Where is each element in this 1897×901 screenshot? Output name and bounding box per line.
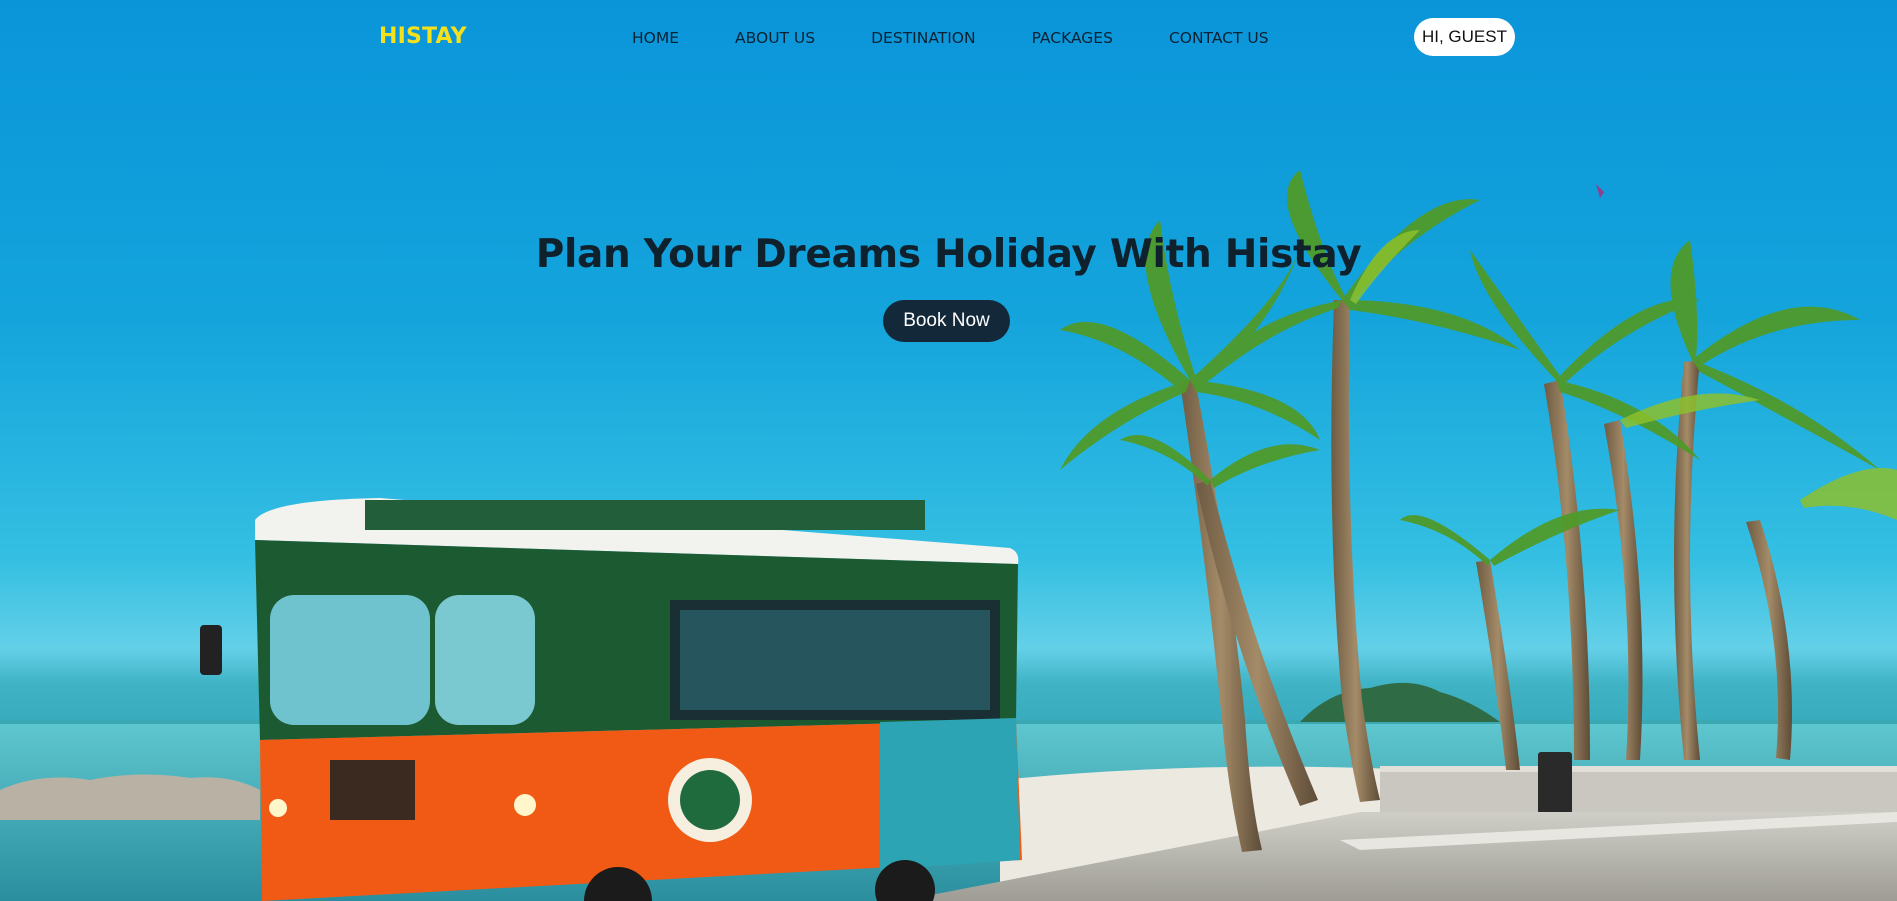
nav-about-us[interactable]: ABOUT US [735,29,815,47]
nav-home[interactable]: HOME [632,29,679,47]
main-menu: HOME ABOUT US DESTINATION PACKAGES CONTA… [632,29,1325,47]
hero-banner: HISTAY HOME ABOUT US DESTINATION PACKAGE… [0,0,1897,901]
nav-contact-us[interactable]: CONTACT US [1169,29,1269,47]
trolley-bus [200,498,1022,901]
nav-destination[interactable]: DESTINATION [871,29,975,47]
book-now-button[interactable]: Book Now [883,300,1010,342]
user-greeting-button[interactable]: HI, GUEST [1414,18,1515,56]
hero-headline: Plan Your Dreams Holiday With Histay [535,232,1362,277]
top-navbar: HISTAY HOME ABOUT US DESTINATION PACKAGE… [0,0,1897,76]
nav-packages[interactable]: PACKAGES [1032,29,1113,47]
site-logo[interactable]: HISTAY [379,24,467,49]
hero-background-image [0,170,1897,901]
